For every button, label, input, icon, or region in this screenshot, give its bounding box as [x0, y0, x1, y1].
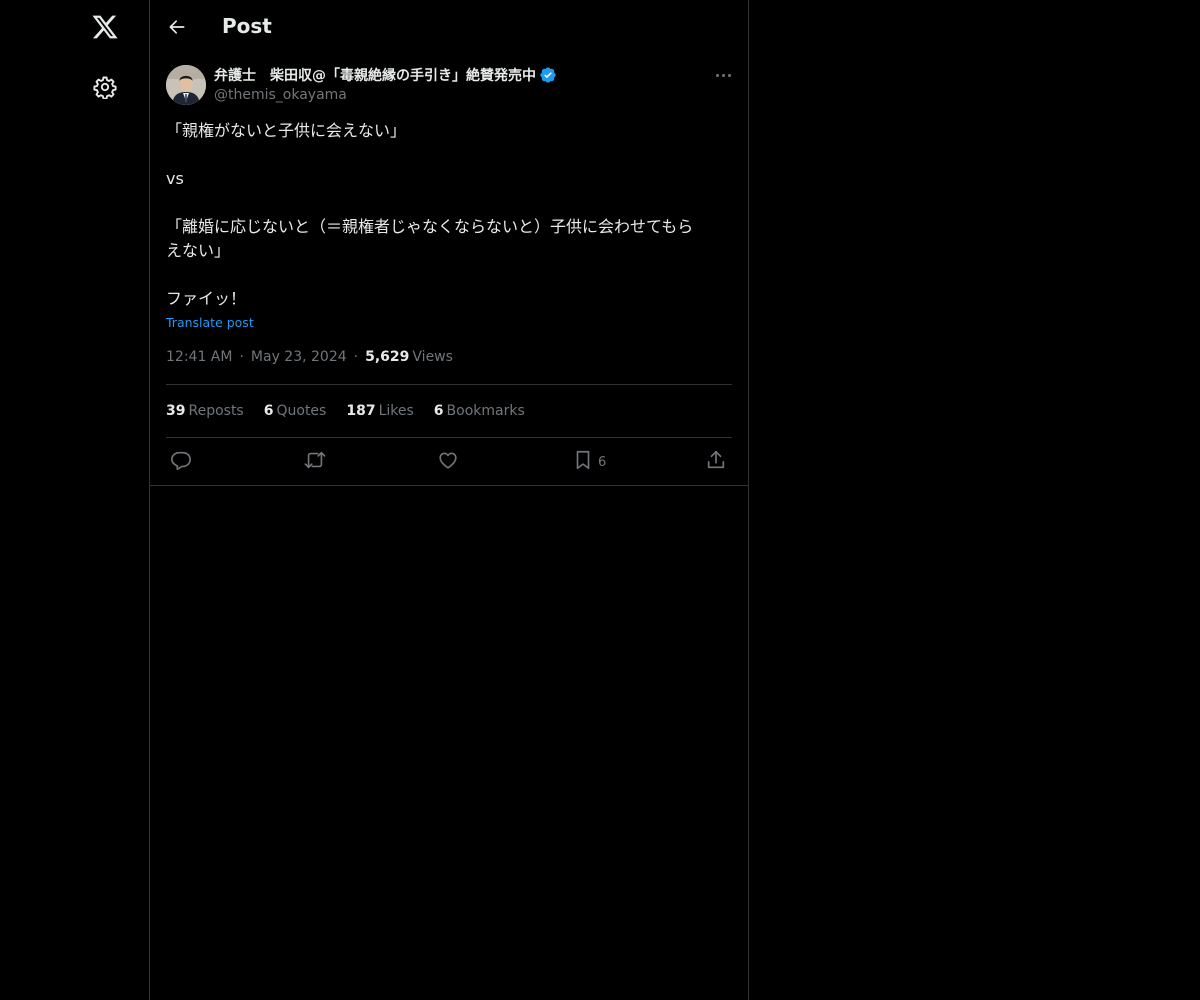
repost-icon — [303, 449, 327, 475]
author-name[interactable]: 弁護士 柴田収@「毒親絶縁の手引き」絶賛発売中 — [214, 65, 536, 85]
page-header: Post — [150, 0, 748, 53]
share-icon — [705, 449, 727, 475]
left-nav — [0, 0, 150, 1000]
share-button[interactable] — [705, 448, 727, 476]
repost-button[interactable] — [303, 448, 327, 476]
divider — [166, 384, 732, 385]
views-label: Views — [412, 349, 453, 365]
bookmarks-label: Bookmarks — [446, 403, 525, 419]
reply-icon — [170, 449, 192, 475]
quotes-count: 6 — [263, 403, 274, 419]
gear-icon[interactable] — [81, 63, 129, 111]
quotes-label: Quotes — [276, 403, 327, 419]
likes-label: Likes — [378, 403, 414, 419]
bookmark-action-count: 6 — [598, 454, 607, 470]
likes-count: 187 — [346, 403, 376, 419]
quotes-stat[interactable]: 6 Quotes — [264, 403, 327, 419]
like-button[interactable] — [437, 448, 459, 476]
avatar[interactable] — [166, 65, 206, 105]
post-text-line: vs — [166, 169, 184, 188]
divider — [166, 437, 732, 438]
bookmarks-stat[interactable]: 6 Bookmarks — [434, 403, 525, 419]
post-text: 「親権がないと子供に会えない」 vs 「離婚に応じないと（＝親権者じゃなくならな… — [166, 119, 732, 311]
reposts-stat[interactable]: 39 Reposts — [166, 403, 244, 419]
post-date[interactable]: May 23, 2024 — [251, 349, 347, 365]
reposts-label: Reposts — [188, 403, 244, 419]
post-text-line: 「親権がないと子供に会えない」 — [166, 121, 407, 140]
heart-icon — [437, 449, 459, 475]
post-text-line: ファイッ！ — [166, 289, 247, 308]
post-stats: 39 Reposts 6 Quotes 187 Likes 6 Bookmarks — [166, 403, 545, 419]
verified-badge-icon — [539, 66, 557, 84]
separator-dot: · — [239, 349, 244, 365]
bookmark-button[interactable]: 6 — [572, 448, 606, 476]
translate-post-link[interactable]: Translate post — [166, 315, 254, 330]
post-time[interactable]: 12:41 AM — [166, 349, 232, 365]
post-actions: 6 — [150, 448, 748, 476]
more-options-icon[interactable] — [706, 63, 740, 87]
post: 弁護士 柴田収@「毒親絶縁の手引き」絶賛発売中 @themis_okayama … — [150, 53, 748, 486]
views-count: 5,629 — [365, 349, 410, 365]
separator-dot: · — [353, 349, 359, 365]
post-text-line: 「離婚に応じないと（＝親権者じゃなくならないと）子供に会わせてもら — [166, 217, 694, 236]
page-title: Post — [222, 14, 272, 38]
post-meta: 12:41 AM · May 23, 2024 · 5,629 Views — [166, 349, 453, 365]
bookmarks-count: 6 — [433, 403, 444, 419]
main-column: Post 弁護士 柴田収@「毒親絶縁の手引き」絶賛発売中 @themis_oka… — [150, 0, 749, 1000]
author-handle[interactable]: @themis_okayama — [214, 87, 347, 103]
x-logo-icon[interactable] — [81, 3, 129, 51]
author-name-row: 弁護士 柴田収@「毒親絶縁の手引き」絶賛発売中 — [214, 65, 557, 85]
post-text-line — [166, 191, 732, 215]
back-arrow-icon[interactable] — [160, 10, 194, 44]
likes-stat[interactable]: 187 Likes — [346, 403, 413, 419]
reply-button[interactable] — [170, 448, 192, 476]
post-text-line — [166, 143, 732, 167]
post-text-line: えない」 — [166, 241, 231, 260]
post-text-line — [166, 263, 732, 287]
bookmark-icon — [572, 449, 594, 475]
reposts-count: 39 — [166, 403, 186, 419]
